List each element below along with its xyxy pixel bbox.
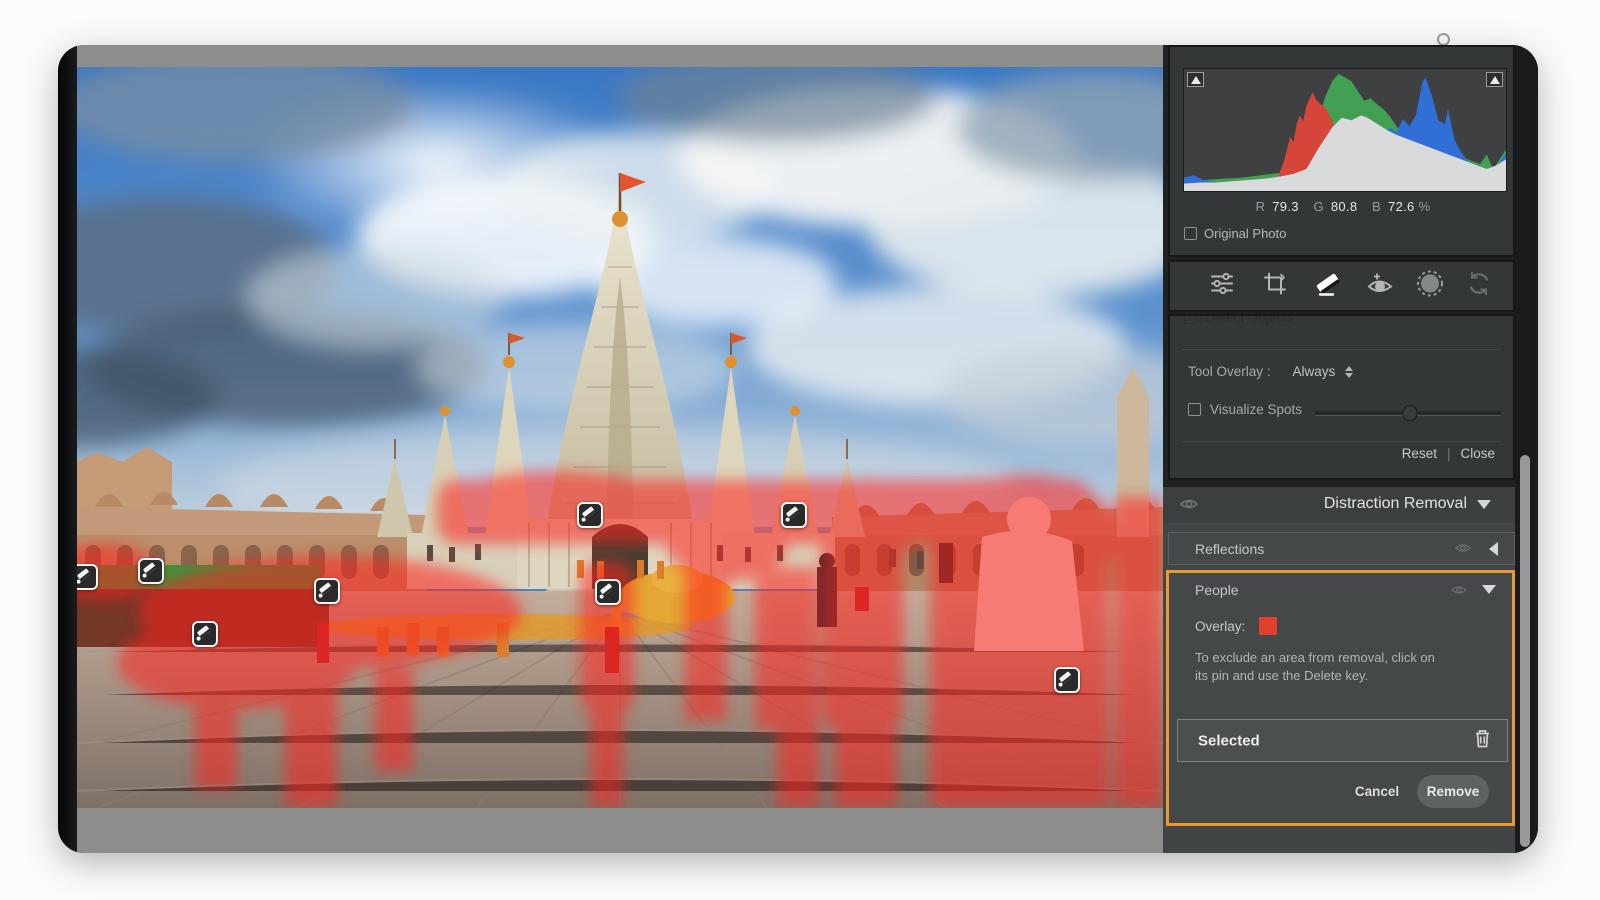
photo-matte xyxy=(77,45,1163,853)
trash-icon[interactable] xyxy=(1474,729,1491,753)
overlay-color-swatch[interactable] xyxy=(1259,617,1277,635)
histogram-plot[interactable] xyxy=(1183,68,1507,192)
shadow-clipping-toggle[interactable] xyxy=(1187,72,1204,87)
original-photo-label: Original Photo xyxy=(1204,226,1286,241)
detect-objects-row-clipped: Detect Objects xyxy=(1184,314,1294,327)
removal-pin[interactable] xyxy=(77,564,98,590)
section-people-highlighted: People Overlay: To exclude an are xyxy=(1166,570,1515,826)
dropdown-arrows-icon[interactable] xyxy=(1345,366,1353,378)
temple-photo-scene xyxy=(77,67,1163,808)
distraction-removal-header[interactable]: Distraction Removal xyxy=(1163,487,1515,523)
heal-eraser-icon[interactable] xyxy=(1313,270,1343,303)
crop-icon[interactable] xyxy=(1263,272,1287,301)
original-photo-checkbox[interactable] xyxy=(1184,227,1197,240)
lightroom-window: R 79.3 G 80.8 B 72.6 % Original Photo xyxy=(58,45,1538,853)
selected-label: Selected xyxy=(1198,732,1260,749)
panel-title: Distraction Removal xyxy=(1324,495,1467,513)
removal-pin[interactable] xyxy=(781,502,807,528)
exclusion-help-text: To exclude an area from removal, click o… xyxy=(1195,649,1475,685)
section-reflections[interactable]: Reflections xyxy=(1168,532,1515,565)
reflections-eye-icon[interactable] xyxy=(1454,541,1472,560)
selected-area-row[interactable]: Selected xyxy=(1177,719,1508,762)
develop-right-panel: R 79.3 G 80.8 B 72.6 % Original Photo xyxy=(1163,45,1538,853)
tool-overlay-dropdown[interactable]: Always xyxy=(1293,364,1336,379)
sync-icon[interactable] xyxy=(1466,271,1492,302)
removal-pin[interactable] xyxy=(138,558,164,584)
reset-button[interactable]: Reset xyxy=(1402,446,1437,461)
panel-scrollbar[interactable] xyxy=(1520,455,1530,847)
reflections-expand-caret-icon[interactable] xyxy=(1489,542,1498,556)
divider xyxy=(1182,349,1501,350)
screenshot-stage: R 79.3 G 80.8 B 72.6 % Original Photo xyxy=(0,0,1600,900)
visualize-spots-checkbox[interactable] xyxy=(1188,403,1201,416)
left-edge-bar xyxy=(58,45,77,853)
close-button[interactable]: Close xyxy=(1460,446,1495,461)
histogram-panel: R 79.3 G 80.8 B 72.6 % Original Photo xyxy=(1168,45,1515,257)
people-eye-icon[interactable] xyxy=(1450,583,1468,602)
reflections-label: Reflections xyxy=(1195,541,1264,557)
removal-pin[interactable] xyxy=(1054,667,1080,693)
tool-strip xyxy=(1168,260,1515,312)
tool-overlay-label: Tool Overlay : xyxy=(1188,364,1271,379)
rgb-readout: R 79.3 G 80.8 B 72.6 % xyxy=(1170,199,1513,214)
button-separator: | xyxy=(1447,446,1451,461)
people-row[interactable]: People xyxy=(1169,575,1512,605)
visualize-spots-slider-thumb[interactable] xyxy=(1402,405,1417,421)
removal-pin[interactable] xyxy=(577,502,603,528)
removal-pin[interactable] xyxy=(595,579,621,605)
remove-button[interactable]: Remove xyxy=(1417,775,1489,808)
photo-canvas[interactable] xyxy=(77,67,1163,808)
heal-tool-options: Detect Objects Tool Overlay : Always Vis… xyxy=(1168,314,1515,480)
divider xyxy=(1182,441,1501,442)
edit-sliders-icon[interactable] xyxy=(1209,271,1235,302)
removal-pin[interactable] xyxy=(192,621,218,647)
panel-scroll-rail xyxy=(1515,45,1538,853)
overlay-label: Overlay: xyxy=(1195,619,1245,634)
visualize-spots-label: Visualize Spots xyxy=(1210,402,1302,417)
highlight-clipping-toggle[interactable] xyxy=(1486,72,1503,87)
panel-eye-icon[interactable] xyxy=(1179,496,1199,517)
panel-collapse-caret-icon[interactable] xyxy=(1477,500,1491,509)
people-collapse-caret-icon[interactable] xyxy=(1482,585,1496,594)
clipped-icon xyxy=(1437,33,1452,45)
cancel-button[interactable]: Cancel xyxy=(1347,777,1407,807)
masking-icon[interactable] xyxy=(1416,270,1444,303)
red-eye-icon[interactable] xyxy=(1366,271,1394,302)
distraction-removal-panel: Distraction Removal Reflections People xyxy=(1163,487,1538,853)
people-label: People xyxy=(1195,582,1239,598)
visualize-spots-slider[interactable] xyxy=(1315,411,1501,416)
removal-pin[interactable] xyxy=(314,578,340,604)
